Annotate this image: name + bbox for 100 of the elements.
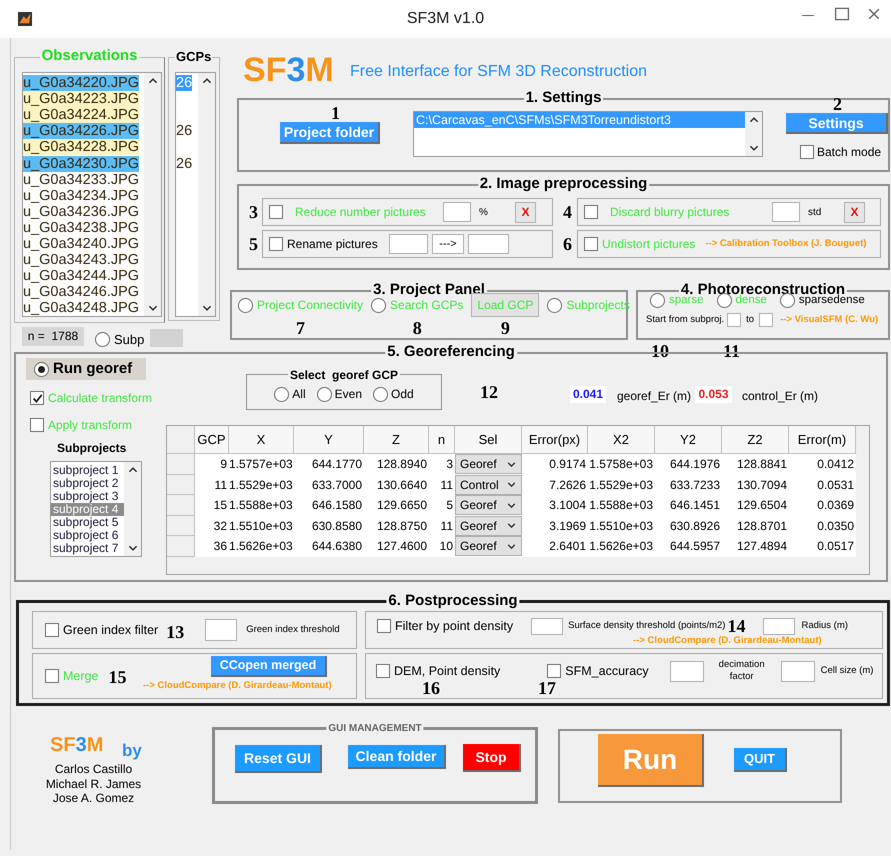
checkbox[interactable]: [30, 391, 44, 405]
list-item[interactable]: u_G0a34240.JPG: [23, 236, 140, 252]
list-item[interactable]: u_G0a34224.JPG: [23, 107, 140, 124]
radio-button[interactable]: [34, 362, 49, 376]
list-item[interactable]: subproject 5: [51, 516, 124, 529]
column-header[interactable]: Z: [364, 426, 429, 454]
scrollbar[interactable]: [144, 73, 161, 316]
checkbox-label: SFM_accuracy: [565, 662, 649, 680]
run-georef-option[interactable]: Run georef: [26, 358, 146, 380]
radio-button[interactable]: [780, 293, 795, 308]
input-field[interactable]: [389, 234, 428, 254]
dropdown[interactable]: Georef: [455, 454, 522, 474]
checkbox[interactable]: [800, 145, 814, 159]
dropdown[interactable]: Georef: [455, 495, 522, 515]
list-item[interactable]: u_G0a34244.JPG: [23, 268, 140, 284]
radio-button[interactable]: [238, 298, 253, 312]
column-header[interactable]: Z2: [722, 426, 789, 454]
input-field[interactable]: [780, 660, 815, 682]
radio-button[interactable]: [371, 298, 386, 312]
list-item[interactable]: u_G0a34234.JPG: [23, 188, 140, 204]
radio-button[interactable]: [316, 386, 332, 402]
list-item[interactable]: subproject 1: [51, 464, 124, 477]
table-cell-text: 129.6650: [376, 497, 428, 514]
unit-label: %: [478, 206, 489, 220]
input-field[interactable]: [772, 202, 800, 222]
list-item[interactable]: u_G0a34223.JPG: [23, 91, 140, 108]
blank-field: [150, 329, 183, 347]
column-header[interactable]: n: [429, 426, 455, 454]
column-header[interactable]: Y: [294, 426, 364, 454]
input-field[interactable]: [468, 234, 509, 254]
checkbox[interactable]: [547, 664, 562, 678]
checkbox[interactable]: [269, 205, 283, 219]
input-field[interactable]: [759, 313, 774, 328]
radio-button[interactable]: [716, 293, 732, 308]
list-item[interactable]: 26: [176, 156, 192, 172]
list-item[interactable]: subproject 2: [51, 477, 124, 490]
input-field[interactable]: [443, 202, 471, 222]
list-item[interactable]: u_G0a34246.JPG: [23, 284, 140, 300]
column-header[interactable]: Error(m): [789, 426, 856, 454]
list-item[interactable]: subproject 3: [51, 490, 124, 503]
list-item[interactable]: u_G0a34233.JPG: [23, 172, 140, 188]
list-item[interactable]: subproject 6: [51, 529, 124, 542]
radio-button[interactable]: [95, 332, 110, 348]
input-field[interactable]: [727, 313, 742, 328]
field-label: Cell size (m): [820, 664, 874, 678]
list-item[interactable]: u_G0a34243.JPG: [23, 252, 140, 268]
panel-title: 6. Postprocessing: [386, 592, 520, 610]
dropdown-value: Georef: [460, 497, 497, 514]
column-header[interactable]: X: [229, 426, 294, 454]
checkbox[interactable]: [30, 418, 44, 432]
list-item[interactable]: subproject 7: [51, 542, 124, 555]
radio-button[interactable]: [373, 386, 388, 402]
radio-button[interactable]: [650, 293, 665, 308]
list-item[interactable]: u_G0a34226.JPG: [23, 123, 140, 140]
checkbox[interactable]: [584, 237, 598, 251]
list-item[interactable]: u_G0a34220.JPG: [23, 75, 140, 92]
error-value: 0.041: [570, 386, 606, 403]
step-number: 1: [331, 104, 340, 122]
column-header[interactable]: Y2: [655, 426, 722, 454]
clear-button[interactable]: X: [844, 202, 865, 222]
scrollbar[interactable]: [124, 462, 141, 556]
column-header[interactable]: GCP: [195, 426, 229, 454]
button[interactable]: Stop: [463, 744, 521, 772]
checkbox[interactable]: [269, 237, 283, 251]
checkbox[interactable]: [376, 664, 390, 678]
dropdown[interactable]: Control: [455, 474, 522, 494]
radio-button[interactable]: [274, 386, 290, 402]
dropdown[interactable]: Georef: [455, 536, 522, 556]
scrollbar[interactable]: [745, 112, 762, 156]
list-item[interactable]: u_G0a34248.JPG: [23, 300, 140, 316]
checkbox[interactable]: [377, 619, 391, 633]
scrollbar[interactable]: [198, 73, 215, 316]
dropdown[interactable]: Georef: [455, 516, 522, 536]
input-field[interactable]: [531, 618, 564, 634]
input-field[interactable]: [763, 618, 796, 634]
input-field[interactable]: [205, 619, 238, 641]
checkbox-label: Merge: [63, 668, 98, 685]
radio-label: Search GCPs: [390, 298, 464, 314]
list-item[interactable]: u_G0a34236.JPG: [23, 204, 140, 220]
dropdown-value: Georef: [460, 456, 497, 473]
column-header[interactable]: Error(px): [522, 426, 588, 454]
checkbox[interactable]: [45, 623, 59, 637]
list-item[interactable]: u_G0a34230.JPG: [23, 156, 140, 172]
arrow-button[interactable]: --->: [432, 234, 464, 254]
gcp-list[interactable]: 26 26 26: [175, 72, 216, 317]
author-name: Carlos Castillo: [54, 762, 132, 776]
column-header[interactable]: Sel: [455, 426, 522, 454]
radio-button[interactable]: [547, 298, 562, 312]
field-label: decimation factor: [718, 659, 766, 683]
checkbox[interactable]: [584, 205, 598, 219]
list-item[interactable]: 26: [176, 123, 192, 140]
clear-button[interactable]: X: [515, 202, 536, 222]
checkbox[interactable]: [45, 669, 59, 683]
subproject-list[interactable]: subproject 1 subproject 2 subproject 3 subproject 4 subproject 5 subproject 6 subproject 7: [50, 461, 142, 557]
input-field[interactable]: [670, 660, 704, 682]
radio-label: Project Connectivity: [257, 297, 364, 314]
step-number: 14: [727, 617, 746, 635]
column-header[interactable]: X2: [588, 426, 655, 454]
list-item[interactable]: u_G0a34238.JPG: [23, 220, 140, 236]
list-item[interactable]: u_G0a34228.JPG: [23, 139, 140, 156]
